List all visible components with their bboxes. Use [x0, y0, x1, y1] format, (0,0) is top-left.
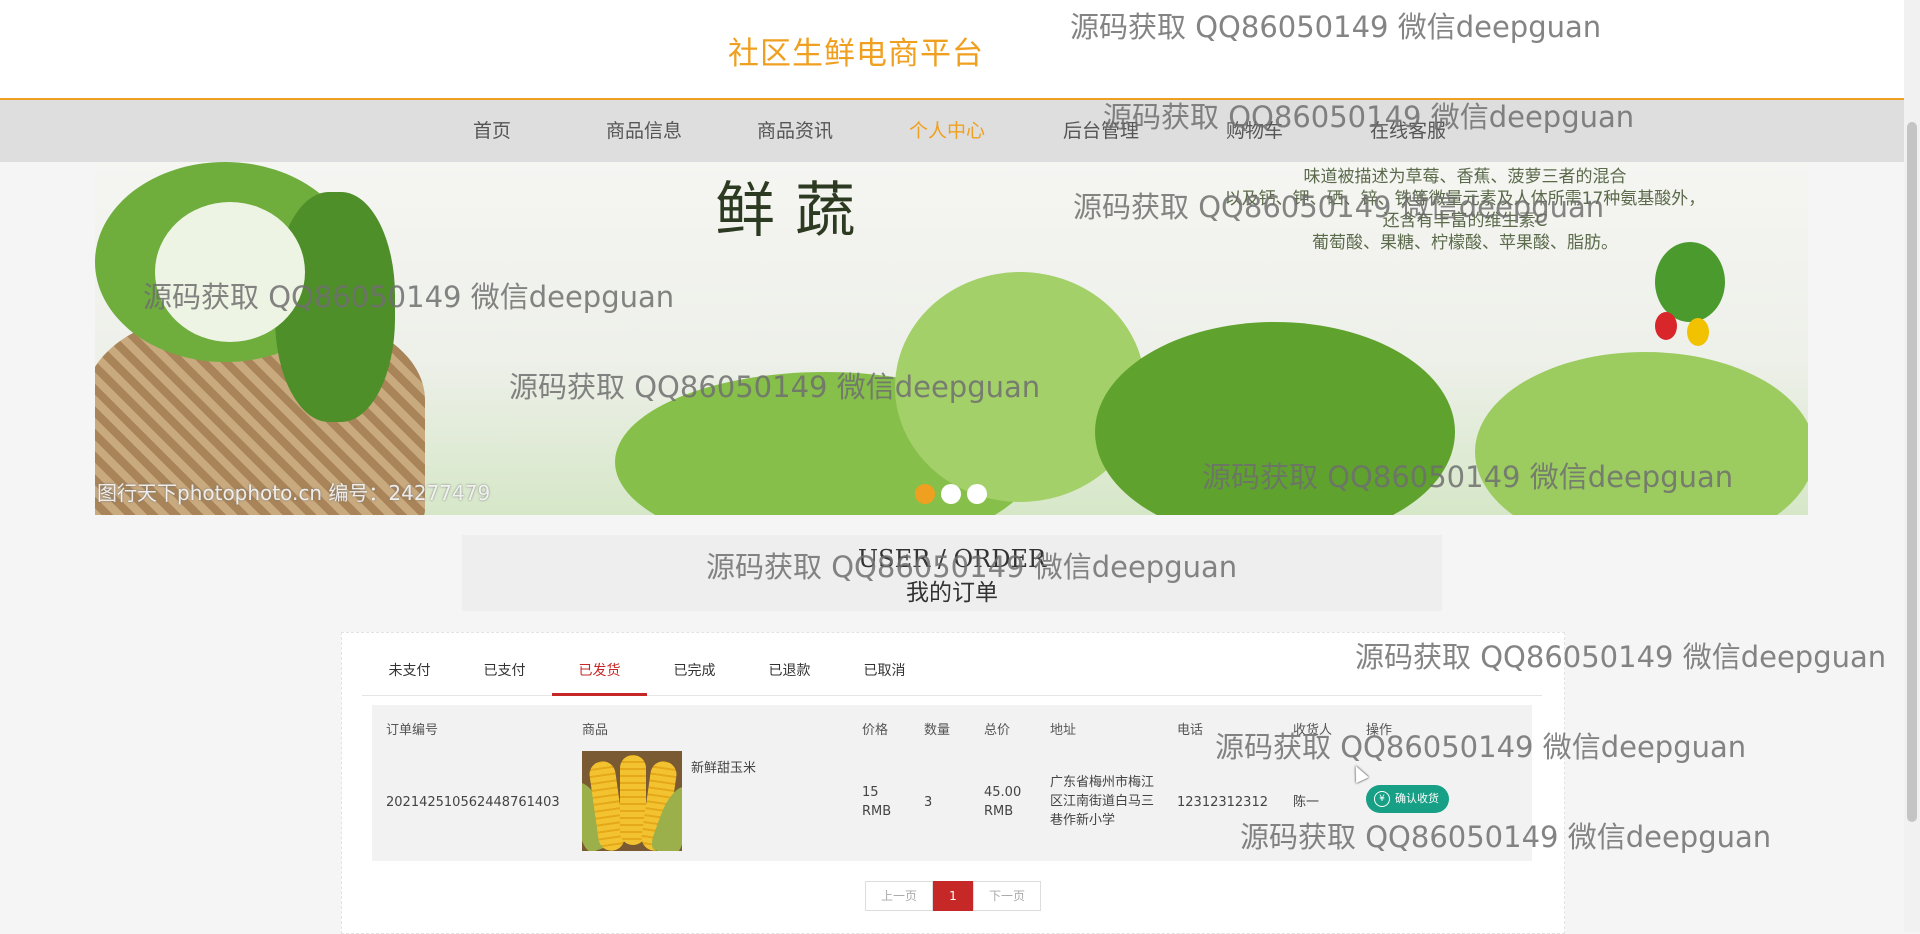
- phone-value: 12312312312: [1177, 795, 1268, 810]
- site-title[interactable]: 社区生鲜电商平台: [728, 28, 984, 73]
- tab-refunded[interactable]: 已退款: [742, 653, 837, 693]
- product-image[interactable]: [582, 751, 682, 851]
- yellow-pepper-illustration: [1687, 318, 1709, 346]
- broccoli-illustration: [1095, 322, 1455, 515]
- banner-text-line: 味道被描述为草莓、香蕉、菠萝三者的混合: [1303, 167, 1627, 187]
- banner-carousel[interactable]: 鲜蔬 味道被描述为草莓、香蕉、菠萝三者的混合 以及钙、钾、硒、锌、铁等微量元素及…: [95, 162, 1808, 515]
- column-header-receiver: 收货人: [1293, 723, 1333, 738]
- tab-paid[interactable]: 已支付: [457, 653, 552, 693]
- nav-item-customer-service[interactable]: 在线客服: [1370, 116, 1446, 143]
- column-header-address: 地址: [1050, 723, 1077, 738]
- column-header-phone: 电话: [1177, 723, 1204, 738]
- confirm-receipt-label: 确认收货: [1395, 792, 1439, 805]
- quantity-value: 3: [924, 795, 933, 810]
- site-header: 社区生鲜电商平台: [0, 0, 1904, 100]
- column-header-order-no: 订单编号: [386, 723, 439, 738]
- order-title-en: USER / ORDER: [857, 545, 1047, 573]
- scrollbar-thumb[interactable]: [1907, 122, 1917, 822]
- carousel-dot-3[interactable]: [967, 484, 987, 504]
- column-header-quantity: 数量: [924, 723, 951, 738]
- banner-brush-title: 鲜蔬: [715, 176, 875, 246]
- nav-item-user-center[interactable]: 个人中心: [909, 116, 985, 143]
- receiver-value: 陈一: [1293, 795, 1320, 810]
- yen-circle-icon: ¥: [1374, 791, 1390, 807]
- nav-item-home[interactable]: 首页: [473, 116, 511, 143]
- address-value: 广东省梅州市梅江区江南街道白马三巷作新小学: [1050, 775, 1155, 828]
- product-name[interactable]: 新鲜甜玉米: [691, 759, 756, 778]
- prev-page-button[interactable]: 上一页: [865, 881, 933, 911]
- order-title-cn: 我的订单: [906, 580, 998, 606]
- nav-item-news[interactable]: 商品资讯: [757, 116, 833, 143]
- banner-credit: 图行天下photophoto.cn 编号：24277479: [97, 481, 491, 505]
- tab-cancelled[interactable]: 已取消: [837, 653, 932, 693]
- order-number: 202142510562448761403: [386, 795, 560, 810]
- nav-item-cart[interactable]: 购物车: [1226, 116, 1283, 143]
- main-nav: 首页 商品信息 商品资讯 个人中心 后台管理 购物车 在线客服: [0, 100, 1904, 162]
- nav-item-products[interactable]: 商品信息: [606, 116, 682, 143]
- column-header-price: 价格: [862, 723, 889, 738]
- tab-completed[interactable]: 已完成: [647, 653, 742, 693]
- page-number-current[interactable]: 1: [933, 881, 973, 911]
- tab-shipped[interactable]: 已发货: [552, 653, 647, 696]
- carousel-dots: [915, 484, 993, 508]
- column-header-product: 商品: [582, 723, 609, 738]
- cabbage-right-illustration: [1475, 352, 1808, 515]
- price-value: 15 RMB: [862, 785, 892, 819]
- banner-description: 味道被描述为草莓、香蕉、菠萝三者的混合 以及钙、钾、硒、锌、铁等微量元素及人体所…: [1185, 166, 1745, 254]
- column-header-action: 操作: [1366, 723, 1393, 738]
- total-value: 45.00 RMB: [984, 785, 1022, 819]
- column-header-total: 总价: [984, 723, 1011, 738]
- orders-table: 订单编号 商品 价格 数量 总价 地址 电话 收货人 操作 2021425105…: [372, 705, 1532, 861]
- carousel-dot-1[interactable]: [915, 484, 935, 504]
- page-scrollbar[interactable]: [1904, 0, 1920, 932]
- onion-illustration: [155, 202, 305, 342]
- red-pepper-illustration: [1655, 312, 1677, 340]
- nav-item-admin[interactable]: 后台管理: [1063, 116, 1139, 143]
- tab-unpaid[interactable]: 未支付: [362, 653, 457, 693]
- order-section-title: USER / ORDER 我的订单: [462, 535, 1442, 611]
- next-page-button[interactable]: 下一页: [973, 881, 1041, 911]
- banner-text-line: 还含有丰富的维生素C: [1382, 211, 1548, 231]
- pepper-illustration: [1655, 242, 1725, 322]
- orders-panel: 未支付 已支付 已发货 已完成 已退款 已取消 订单编号 商品 价格 数量 总价…: [341, 632, 1565, 934]
- confirm-receipt-button[interactable]: ¥ 确认收货: [1366, 785, 1449, 813]
- order-status-tabs: 未支付 已支付 已发货 已完成 已退款 已取消: [362, 653, 1542, 696]
- banner-text-line: 以及钙、钾、硒、锌、铁等微量元素及人体所需17种氨基酸外，: [1224, 189, 1706, 209]
- carousel-dot-2[interactable]: [941, 484, 961, 504]
- banner-text-line: 葡萄酸、果糖、柠檬酸、苹果酸、脂肪。: [1312, 233, 1618, 253]
